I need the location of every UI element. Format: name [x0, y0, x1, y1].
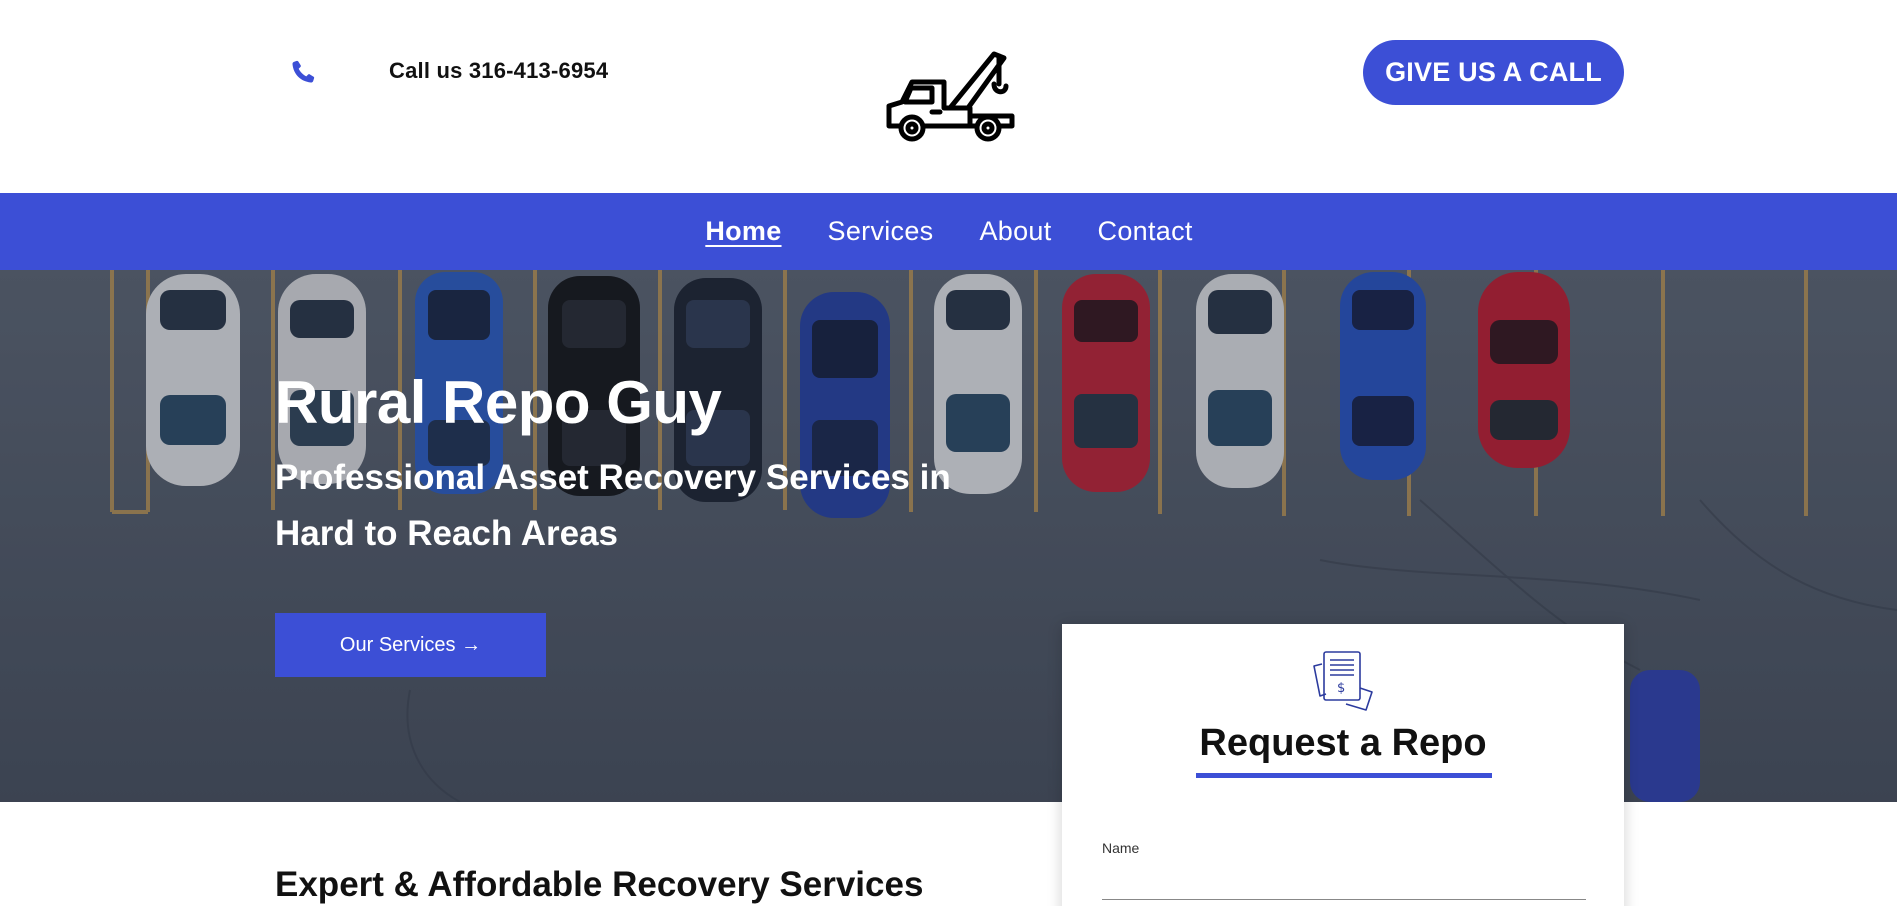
our-services-button[interactable]: Our Services → — [275, 613, 546, 677]
svg-text:$: $ — [1337, 681, 1345, 696]
phone-number-text[interactable]: Call us 316-413-6954 — [389, 58, 608, 84]
name-field-label: Name — [1102, 840, 1140, 856]
hero-subtitle: Professional Asset Recovery Services in … — [275, 458, 951, 553]
nav-item-home[interactable]: Home — [705, 216, 781, 247]
request-repo-title: Request a Repo — [1199, 722, 1487, 764]
give-us-a-call-button[interactable]: GIVE US A CALL — [1363, 40, 1624, 105]
site-header: Call us 316-413-6954 GIVE US A CALL — [0, 0, 1897, 193]
nav-item-about[interactable]: About — [979, 216, 1051, 247]
request-repo-card: $ Request a Repo Name — [1062, 624, 1624, 906]
main-nav: Home Services About Contact — [0, 193, 1897, 270]
invoice-icon: $ — [1313, 651, 1373, 711]
title-underline — [1196, 773, 1492, 778]
phone-icon[interactable] — [289, 58, 317, 86]
name-input[interactable] — [1102, 864, 1586, 900]
tow-truck-icon[interactable] — [884, 48, 1016, 143]
nav-item-contact[interactable]: Contact — [1098, 216, 1193, 247]
hero-title: Rural Repo Guy — [275, 369, 722, 436]
nav-item-services[interactable]: Services — [828, 216, 934, 247]
services-section-heading: Expert & Affordable Recovery Services — [275, 865, 924, 904]
